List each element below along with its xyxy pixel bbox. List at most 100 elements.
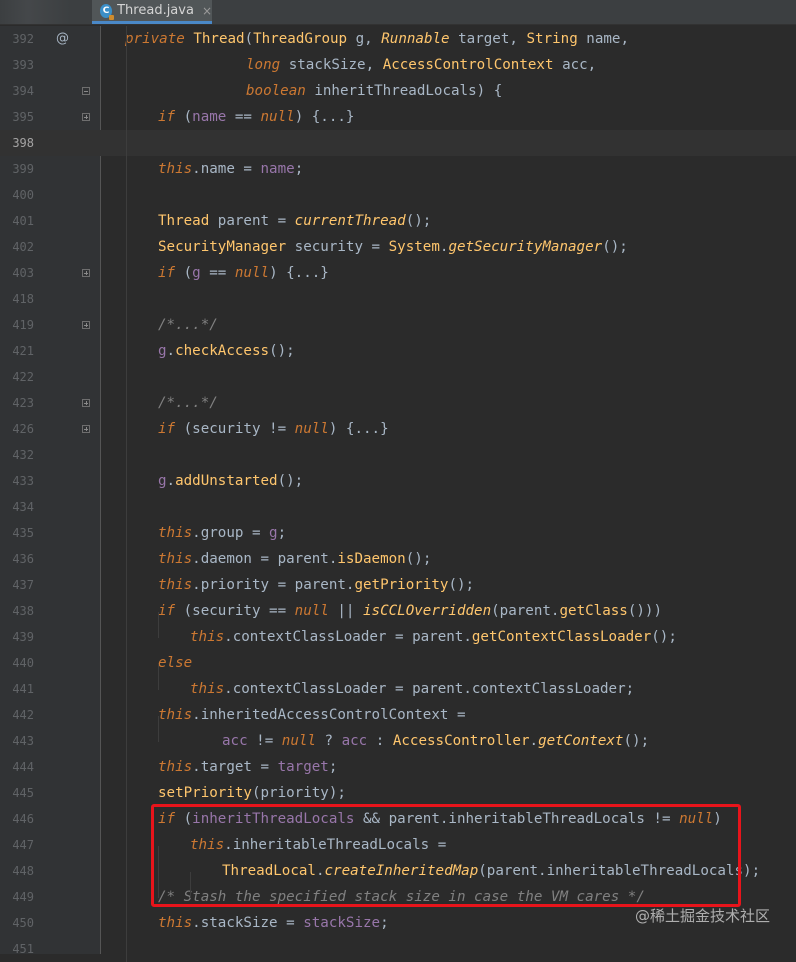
code-line[interactable]: 426 if (security != null) {...} — [0, 416, 796, 442]
code-token: else — [158, 655, 193, 671]
code-text: else — [158, 650, 192, 676]
inactive-tab[interactable] — [0, 0, 70, 24]
code-token: . — [315, 863, 325, 879]
code-token: null — [234, 265, 270, 281]
editor-tab-bar: C Thread.java × — [0, 0, 796, 25]
fold-toggle-icon[interactable] — [82, 321, 90, 329]
code-token: this — [190, 837, 225, 853]
code-line[interactable]: 432 — [0, 442, 796, 468]
code-token: ) {...} — [294, 109, 355, 125]
code-line[interactable]: 444 this.target = target; — [0, 754, 796, 780]
code-token: long — [246, 57, 289, 73]
code-token: ; — [294, 161, 304, 177]
code-token: g — [158, 473, 167, 489]
fold-toggle-icon[interactable] — [82, 425, 90, 433]
code-token: (security != — [183, 421, 295, 437]
code-line[interactable]: 393 long stackSize, AccessControlContext … — [0, 52, 796, 78]
line-number: 423 — [12, 396, 34, 410]
code-line[interactable]: 395 if (name == null) {...} — [0, 104, 796, 130]
code-token: acc — [222, 733, 248, 749]
code-token: && parent.inheritableThreadLocals != — [354, 811, 680, 827]
code-line[interactable]: 442 this.inheritedAccessControlContext = — [0, 702, 796, 728]
code-text: this.inheritableThreadLocals = — [190, 832, 446, 858]
line-number: 437 — [12, 578, 34, 592]
code-token: (); — [269, 343, 295, 359]
indent-guide — [158, 846, 159, 898]
code-token: this — [158, 759, 193, 775]
code-line[interactable]: 435 this.group = g; — [0, 520, 796, 546]
code-line[interactable]: 443 acc != null ? acc : AccessController.… — [0, 728, 796, 754]
code-token: ) {...} — [269, 265, 329, 281]
line-number: 451 — [12, 942, 34, 956]
code-line[interactable]: 451 — [0, 936, 796, 962]
code-token: .contextClassLoader = parent.contextClas… — [224, 681, 635, 697]
code-line[interactable]: 398 — [0, 130, 796, 156]
code-line[interactable]: 394 boolean inheritThreadLocals) { — [0, 78, 796, 104]
line-number: 444 — [12, 760, 34, 774]
code-line[interactable]: 400 — [0, 182, 796, 208]
code-line[interactable]: 446 if (inheritThreadLocals && parent.inh… — [0, 806, 796, 832]
line-number: 441 — [12, 682, 34, 696]
indent-guide — [158, 612, 159, 638]
code-line[interactable]: 437 this.priority = parent.getPriority(); — [0, 572, 796, 598]
code-token: String — [526, 31, 587, 47]
override-marker-icon[interactable]: @ — [56, 26, 69, 52]
code-token: ; — [277, 525, 287, 541]
code-line[interactable]: 421 g.checkAccess(); — [0, 338, 796, 364]
code-token: this — [158, 915, 193, 931]
line-number: 393 — [12, 58, 34, 72]
code-token: isCCLOverridden — [363, 603, 492, 619]
line-number: 421 — [12, 344, 34, 358]
code-line[interactable]: 419 /*...*/ — [0, 312, 796, 338]
line-number: 400 — [12, 188, 34, 202]
line-number: 392 — [12, 32, 34, 46]
code-line[interactable]: 447 this.inheritableThreadLocals = — [0, 832, 796, 858]
tab-thread-java[interactable]: C Thread.java × — [92, 0, 212, 24]
line-number: 399 — [12, 162, 34, 176]
code-text: ThreadLocal.createInheritedMap(parent.in… — [222, 858, 760, 884]
code-token: g — [192, 265, 201, 281]
code-text: this.contextClassLoader = parent.context… — [190, 676, 634, 702]
fold-toggle-icon[interactable] — [82, 87, 90, 95]
code-token: .group = — [192, 525, 270, 541]
close-icon[interactable]: × — [202, 4, 212, 18]
code-line[interactable]: 402 SecurityManager security = System.get… — [0, 234, 796, 260]
code-line[interactable]: 433 g.addUnstarted(); — [0, 468, 796, 494]
code-line[interactable]: 401 Thread parent = currentThread(); — [0, 208, 796, 234]
line-number: 446 — [12, 812, 34, 826]
code-token: .inheritedAccessControlContext = — [192, 707, 466, 723]
code-line[interactable]: 403 if (g == null) {...} — [0, 260, 796, 286]
line-number: 443 — [12, 734, 34, 748]
code-line[interactable]: 445 setPriority(priority); — [0, 780, 796, 806]
fold-toggle-icon[interactable] — [82, 399, 90, 407]
code-line[interactable]: 441 this.contextClassLoader = parent.cont… — [0, 676, 796, 702]
code-line[interactable]: 392 @ private Thread(ThreadGroup g, Runnab… — [0, 26, 796, 52]
code-line[interactable]: 422 — [0, 364, 796, 390]
code-line[interactable]: 423 /*...*/ — [0, 390, 796, 416]
code-line[interactable]: 448 ThreadLocal.createInheritedMap(parent… — [0, 858, 796, 884]
code-token: != — [247, 733, 282, 749]
code-token: acc, — [562, 57, 597, 73]
java-class-icon: C — [100, 3, 115, 20]
code-text: /* Stash the specified stack size in cas… — [158, 884, 645, 910]
line-number: 433 — [12, 474, 34, 488]
code-line[interactable]: 440 else — [0, 650, 796, 676]
code-line[interactable]: 436 this.daemon = parent.isDaemon(); — [0, 546, 796, 572]
code-token: .target = — [192, 759, 278, 775]
fold-toggle-icon[interactable] — [82, 113, 90, 121]
fold-toggle-icon[interactable] — [82, 269, 90, 277]
code-line[interactable]: 418 — [0, 286, 796, 312]
code-token: (); — [623, 733, 650, 749]
code-line[interactable]: 438 if (security == null || isCCLOverridd… — [0, 598, 796, 624]
code-editor[interactable]: 392 @ private Thread(ThreadGroup g, Runnab… — [0, 26, 796, 956]
code-line[interactable]: 399 this.name = name; — [0, 156, 796, 182]
code-text: if (security == null || isCCLOverridden(… — [158, 598, 662, 624]
code-text: this.stackSize = stackSize; — [158, 910, 389, 936]
line-number: 418 — [12, 292, 34, 306]
code-line[interactable]: 434 — [0, 494, 796, 520]
code-token: if — [158, 811, 184, 827]
code-line[interactable]: 439 this.contextClassLoader = parent.getC… — [0, 624, 796, 650]
line-number: 435 — [12, 526, 34, 540]
code-token: createInheritedMap — [324, 863, 479, 879]
line-number: 439 — [12, 630, 34, 644]
